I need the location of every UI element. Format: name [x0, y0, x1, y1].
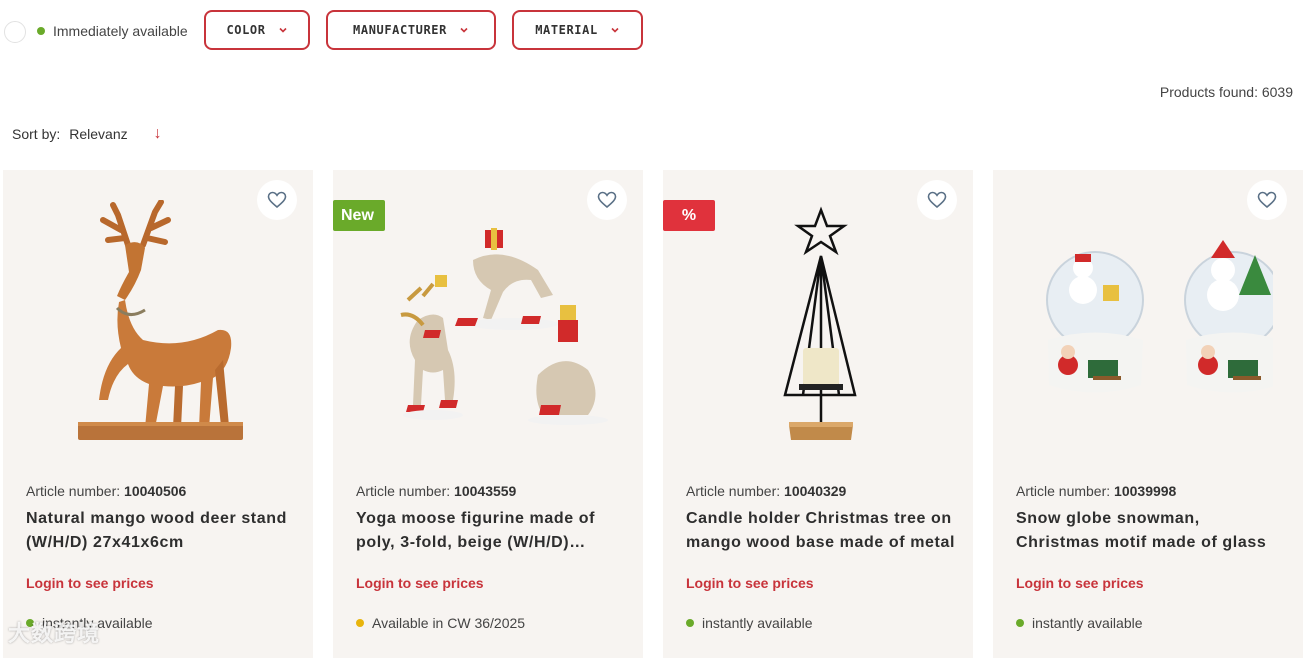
- color-filter-button[interactable]: COLOR: [204, 10, 310, 50]
- article-label: Article number:: [26, 483, 121, 499]
- sort-direction-icon[interactable]: ↓: [154, 125, 162, 143]
- heart-icon: [927, 191, 947, 209]
- login-to-see-prices-link[interactable]: Login to see prices: [356, 575, 484, 591]
- new-badge: New: [333, 200, 385, 231]
- product-image-yoga-moose[interactable]: [363, 200, 613, 450]
- chevron-down-icon: [460, 27, 468, 33]
- article-label: Article number:: [686, 483, 781, 499]
- product-title[interactable]: Yoga moose figurine made of poly, 3-fold…: [356, 507, 626, 555]
- login-to-see-prices-link[interactable]: Login to see prices: [26, 575, 154, 591]
- availability-dot: [686, 619, 694, 627]
- product-card[interactable]: % Article number: 10040329 Candle holder…: [663, 170, 973, 658]
- immediately-available-filter[interactable]: Immediately available: [37, 23, 188, 39]
- product-card[interactable]: Article number: 10040506 Natural mango w…: [3, 170, 313, 658]
- wishlist-button[interactable]: [257, 180, 297, 220]
- article-number-value: 10040506: [124, 483, 187, 499]
- immediately-available-label: Immediately available: [53, 23, 188, 39]
- article-number: Article number: 10040506: [26, 483, 186, 499]
- article-number: Article number: 10040329: [686, 483, 846, 499]
- products-found-count: Products found: 6039: [1159, 84, 1293, 100]
- availability-text: instantly available: [702, 615, 813, 631]
- availability-status: instantly available: [1016, 615, 1143, 631]
- wishlist-button[interactable]: [587, 180, 627, 220]
- article-number-value: 10040329: [784, 483, 847, 499]
- product-image-snow-globes[interactable]: [1023, 200, 1282, 450]
- color-filter-label: COLOR: [226, 23, 266, 37]
- heart-icon: [597, 191, 617, 209]
- heart-icon: [1257, 191, 1277, 209]
- heart-icon: [267, 191, 287, 209]
- availability-text: instantly available: [1032, 615, 1143, 631]
- article-label: Article number:: [1016, 483, 1111, 499]
- article-number-value: 10039998: [1114, 483, 1177, 499]
- material-filter-label: MATERIAL: [535, 23, 598, 37]
- manufacturer-filter-label: MANUFACTURER: [353, 23, 447, 37]
- availability-dot: [1016, 619, 1024, 627]
- article-number: Article number: 10043559: [356, 483, 516, 499]
- availability-dot: [356, 619, 364, 627]
- article-number-value: 10043559: [454, 483, 517, 499]
- product-title[interactable]: Snow globe snowman, Christmas motif made…: [1016, 507, 1286, 555]
- sort-value[interactable]: Relevanz: [69, 126, 127, 142]
- sort-label: Sort by:: [12, 126, 61, 142]
- product-title[interactable]: Candle holder Christmas tree on mango wo…: [686, 507, 956, 555]
- wishlist-button[interactable]: [1247, 180, 1287, 220]
- product-image-candle-tree[interactable]: [693, 200, 943, 450]
- material-filter-button[interactable]: MATERIAL: [512, 10, 643, 50]
- chevron-down-icon: [611, 27, 619, 33]
- article-label: Article number:: [356, 483, 451, 499]
- availability-dot: [37, 27, 45, 35]
- product-card[interactable]: Article number: 10039998 Snow globe snow…: [993, 170, 1303, 658]
- availability-status: instantly available: [686, 615, 813, 631]
- article-number: Article number: 10039998: [1016, 483, 1176, 499]
- sale-badge: %: [663, 200, 715, 231]
- login-to-see-prices-link[interactable]: Login to see prices: [1016, 575, 1144, 591]
- availability-text: Available in CW 36/2025: [372, 615, 526, 631]
- sort-control[interactable]: Sort by: Relevanz ↓: [12, 125, 162, 143]
- availability-status: Available in CW 36/2025: [356, 615, 525, 631]
- product-title[interactable]: Natural mango wood deer stand (W/H/D) 27…: [26, 507, 296, 555]
- product-image-deer[interactable]: [33, 199, 283, 450]
- product-card[interactable]: New Article number: 10043559 Yoga moose …: [333, 170, 643, 658]
- chevron-down-icon: [278, 27, 287, 33]
- watermark-logo: 大数跨境: [8, 621, 101, 646]
- wishlist-button[interactable]: [917, 180, 957, 220]
- login-to-see-prices-link[interactable]: Login to see prices: [686, 575, 814, 591]
- manufacturer-filter-button[interactable]: MANUFACTURER: [326, 10, 496, 50]
- availability-toggle[interactable]: [4, 21, 26, 43]
